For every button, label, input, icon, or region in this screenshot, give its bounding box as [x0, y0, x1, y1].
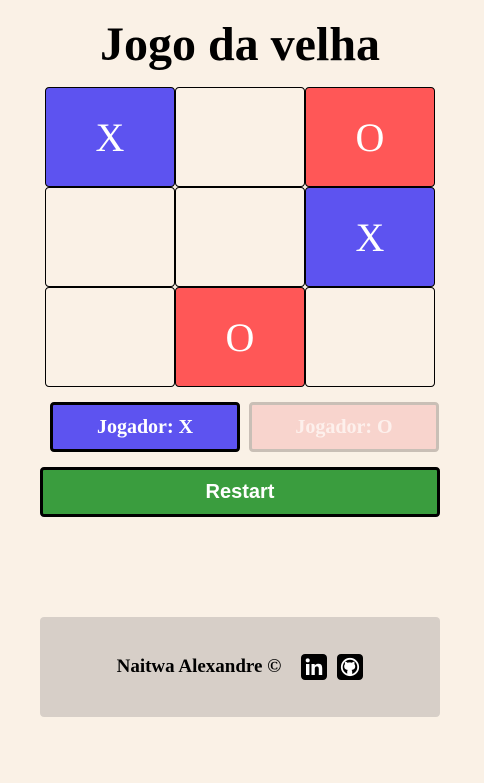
board-cell-1[interactable]: X [45, 87, 175, 187]
linkedin-icon[interactable] [301, 654, 328, 680]
player-o-indicator: Jogador: O [249, 402, 439, 452]
restart-label: Restart [205, 480, 275, 503]
player-x-label: Jogador: X [96, 415, 194, 438]
board-cell-7[interactable] [45, 287, 175, 387]
board-cell-9[interactable] [305, 287, 435, 387]
github-icon[interactable] [337, 654, 364, 680]
board-cell-2[interactable] [175, 87, 305, 187]
board-cell-8[interactable]: O [175, 287, 305, 387]
restart-button[interactable]: Restart [40, 467, 440, 517]
page-title: Jogo da velha [99, 18, 381, 71]
footer-credit: Naitwa Alexandre © [116, 656, 282, 677]
board-cell-5[interactable] [175, 187, 305, 287]
game-board: X O X O [45, 87, 435, 387]
footer: Naitwa Alexandre © [40, 617, 440, 717]
board-cell-6[interactable]: X [305, 187, 435, 287]
player-o-label: Jogador: O [295, 415, 393, 438]
player-x-indicator: Jogador: X [50, 402, 240, 452]
board-cell-3[interactable]: O [305, 87, 435, 187]
board-cell-4[interactable] [45, 187, 175, 287]
